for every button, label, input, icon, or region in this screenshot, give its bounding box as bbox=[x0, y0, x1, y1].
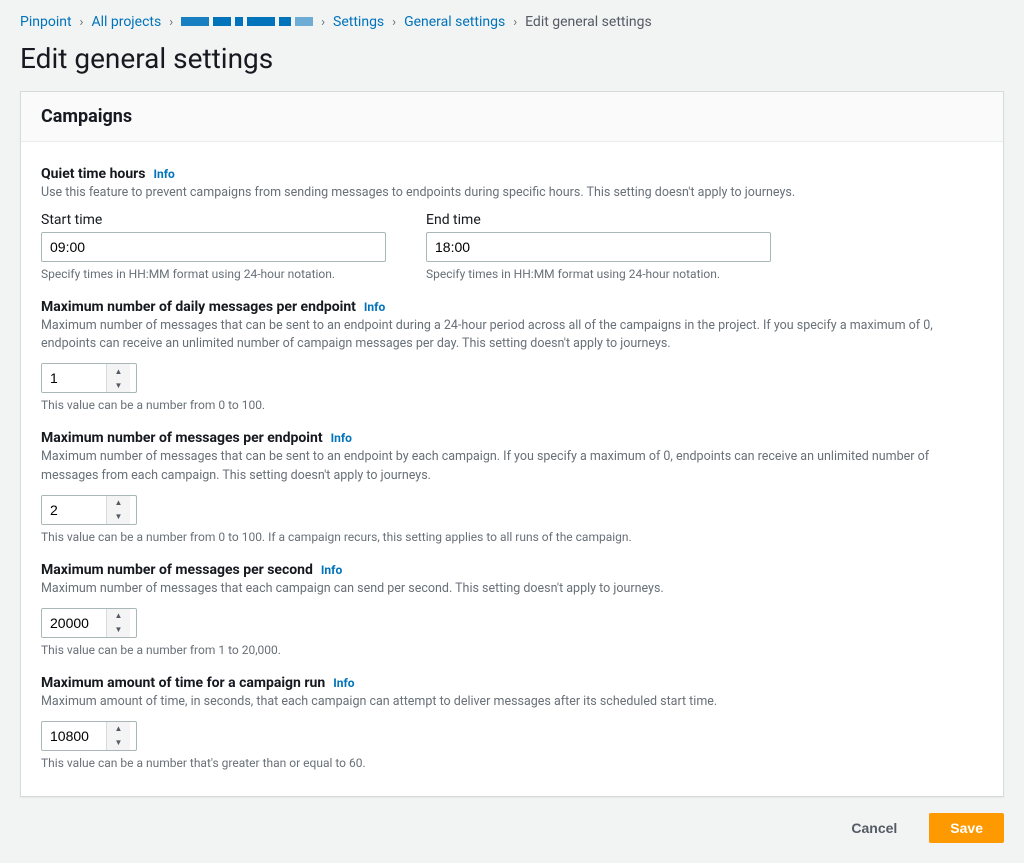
daily-max-stepper[interactable]: ▲ ▼ bbox=[41, 363, 137, 393]
per-endpoint-stepper[interactable]: ▲ ▼ bbox=[41, 495, 137, 525]
per-endpoint-hint: This value can be a number from 0 to 100… bbox=[41, 530, 983, 544]
per-endpoint-step-down[interactable]: ▼ bbox=[107, 510, 130, 524]
daily-max-info-link[interactable]: Info bbox=[364, 300, 385, 314]
run-time-title: Maximum amount of time for a campaign ru… bbox=[41, 675, 325, 691]
run-time-step-down[interactable]: ▼ bbox=[107, 736, 130, 750]
start-time-hint: Specify times in HH:MM format using 24-h… bbox=[41, 267, 386, 281]
per-endpoint-desc: Maximum number of messages that can be s… bbox=[41, 448, 983, 484]
cancel-button[interactable]: Cancel bbox=[831, 814, 917, 842]
quiet-time-desc: Use this feature to prevent campaigns fr… bbox=[41, 184, 983, 202]
chevron-right-icon: › bbox=[513, 15, 517, 30]
end-time-hint: Specify times in HH:MM format using 24-h… bbox=[426, 267, 771, 281]
breadcrumb-current: Edit general settings bbox=[525, 14, 652, 30]
run-time-stepper[interactable]: ▲ ▼ bbox=[41, 721, 137, 751]
campaigns-panel: Campaigns Quiet time hours Info Use this… bbox=[20, 91, 1004, 797]
run-time-info-link[interactable]: Info bbox=[333, 676, 354, 690]
daily-max-title: Maximum number of daily messages per end… bbox=[41, 299, 356, 315]
run-time-input[interactable] bbox=[42, 722, 106, 750]
run-time-hint: This value can be a number that's greate… bbox=[41, 756, 983, 770]
per-second-title: Maximum number of messages per second bbox=[41, 562, 313, 578]
save-button[interactable]: Save bbox=[929, 813, 1004, 843]
panel-title: Campaigns bbox=[41, 106, 983, 127]
redacted-project-name bbox=[181, 17, 313, 26]
chevron-right-icon: › bbox=[392, 15, 396, 30]
daily-max-desc: Maximum number of messages that can be s… bbox=[41, 317, 983, 353]
breadcrumb-pinpoint[interactable]: Pinpoint bbox=[20, 14, 72, 30]
per-endpoint-step-up[interactable]: ▲ bbox=[107, 496, 130, 510]
per-second-step-up[interactable]: ▲ bbox=[107, 609, 130, 623]
breadcrumb-settings[interactable]: Settings bbox=[333, 14, 384, 30]
daily-max-input[interactable] bbox=[42, 364, 106, 392]
breadcrumb-project[interactable] bbox=[181, 14, 313, 30]
breadcrumb-all-projects[interactable]: All projects bbox=[91, 14, 161, 30]
per-endpoint-title: Maximum number of messages per endpoint bbox=[41, 430, 323, 446]
per-second-step-down[interactable]: ▼ bbox=[107, 623, 130, 637]
per-second-input[interactable] bbox=[42, 609, 106, 637]
daily-max-step-up[interactable]: ▲ bbox=[107, 364, 130, 378]
per-second-desc: Maximum number of messages that each cam… bbox=[41, 580, 983, 598]
per-second-info-link[interactable]: Info bbox=[321, 563, 342, 577]
end-time-label: End time bbox=[426, 212, 771, 228]
chevron-right-icon: › bbox=[321, 15, 325, 30]
run-time-step-up[interactable]: ▲ bbox=[107, 722, 130, 736]
breadcrumb: Pinpoint › All projects › › Settings › G… bbox=[20, 14, 1004, 30]
per-endpoint-input[interactable] bbox=[42, 496, 106, 524]
end-time-input[interactable] bbox=[426, 232, 771, 262]
per-endpoint-info-link[interactable]: Info bbox=[331, 431, 352, 445]
daily-max-step-down[interactable]: ▼ bbox=[107, 378, 130, 392]
action-bar: Cancel Save bbox=[20, 813, 1004, 843]
chevron-right-icon: › bbox=[80, 15, 84, 30]
quiet-time-title: Quiet time hours bbox=[41, 166, 146, 182]
panel-header: Campaigns bbox=[21, 92, 1003, 142]
page-title: Edit general settings bbox=[20, 42, 1004, 75]
chevron-right-icon: › bbox=[169, 15, 173, 30]
per-second-stepper[interactable]: ▲ ▼ bbox=[41, 608, 137, 638]
start-time-input[interactable] bbox=[41, 232, 386, 262]
daily-max-hint: This value can be a number from 0 to 100… bbox=[41, 398, 983, 412]
start-time-label: Start time bbox=[41, 212, 386, 228]
breadcrumb-general-settings[interactable]: General settings bbox=[404, 14, 505, 30]
per-second-hint: This value can be a number from 1 to 20,… bbox=[41, 643, 983, 657]
quiet-time-info-link[interactable]: Info bbox=[154, 167, 175, 181]
run-time-desc: Maximum amount of time, in seconds, that… bbox=[41, 693, 983, 711]
